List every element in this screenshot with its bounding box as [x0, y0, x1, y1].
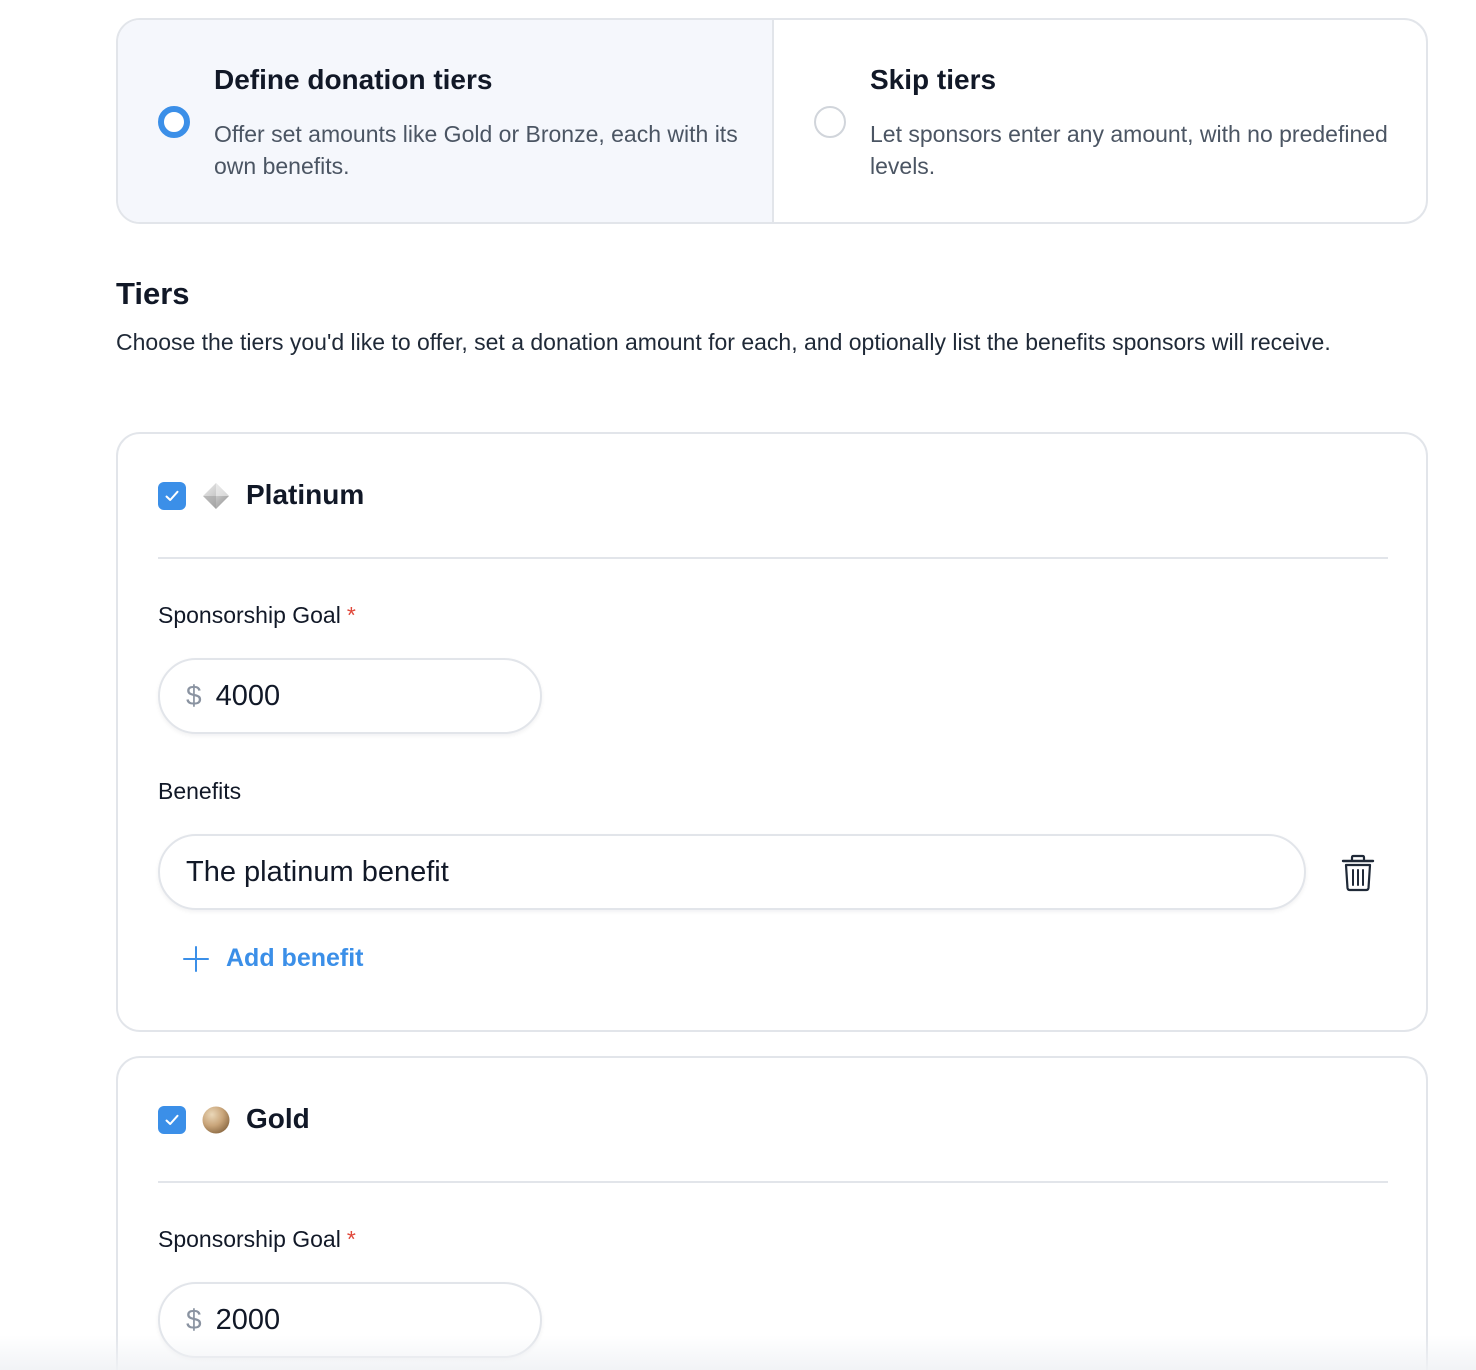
- sponsorship-goal-input[interactable]: $ 2000: [158, 1282, 542, 1358]
- radio-skip-tiers[interactable]: [814, 106, 846, 138]
- divider: [158, 1181, 1388, 1183]
- diamond-icon: [203, 483, 229, 509]
- trash-icon[interactable]: [1340, 854, 1376, 892]
- goal-value[interactable]: 2000: [216, 1304, 281, 1337]
- tier-name: Gold: [246, 1103, 310, 1134]
- required-marker: *: [346, 1226, 356, 1252]
- page: Define donation tiers Offer set amounts …: [0, 0, 1476, 1370]
- benefits-label: Benefits: [158, 778, 242, 804]
- tier-mode-selector: Define donation tiers Offer set amounts …: [116, 18, 1428, 224]
- sponsorship-goal-input[interactable]: $ 4000: [158, 658, 542, 734]
- tier-name: Platinum: [246, 479, 365, 510]
- divider: [158, 557, 1388, 559]
- radio-define-tiers[interactable]: [158, 106, 190, 138]
- add-benefit-label: Add benefit: [226, 944, 364, 972]
- label-text: Sponsorship Goal: [158, 1226, 341, 1252]
- goal-value[interactable]: 4000: [216, 680, 281, 713]
- label-text: Sponsorship Goal: [158, 602, 341, 628]
- sponsorship-goal-label: Sponsorship Goal *: [158, 602, 356, 629]
- currency-symbol: $: [186, 680, 202, 711]
- tiers-heading: Tiers: [116, 276, 190, 311]
- option-title: Define donation tiers: [214, 64, 493, 95]
- tier-card-gold: Gold Sponsorship Goal * $ 2000: [116, 1056, 1428, 1370]
- tier-card-platinum: Platinum Sponsorship Goal * $ 4000 Benefi…: [116, 432, 1428, 1032]
- option-description: Offer set amounts like Gold or Bronze, e…: [214, 121, 738, 179]
- checkmark-icon: [165, 1114, 179, 1125]
- tier-checkbox-gold[interactable]: [158, 1106, 186, 1134]
- plus-icon: [183, 945, 209, 972]
- required-marker: *: [346, 602, 356, 628]
- option-description: Let sponsors enter any amount, with no p…: [870, 121, 1388, 179]
- tier-checkbox-platinum[interactable]: [158, 482, 186, 510]
- currency-symbol: $: [186, 1304, 202, 1335]
- option-define-tiers[interactable]: Define donation tiers Offer set amounts …: [118, 20, 772, 222]
- gold-medal-icon: [202, 1106, 230, 1134]
- option-skip-tiers[interactable]: Skip tiers Let sponsors enter any amount…: [772, 20, 1426, 222]
- checkmark-icon: [165, 490, 179, 501]
- option-title: Skip tiers: [870, 64, 997, 95]
- tiers-description: Choose the tiers you'd like to offer, se…: [116, 329, 1331, 355]
- sponsorship-goal-label: Sponsorship Goal *: [158, 1226, 356, 1253]
- benefit-input[interactable]: The platinum benefit: [158, 834, 1306, 910]
- add-benefit-button[interactable]: Add benefit: [182, 944, 364, 973]
